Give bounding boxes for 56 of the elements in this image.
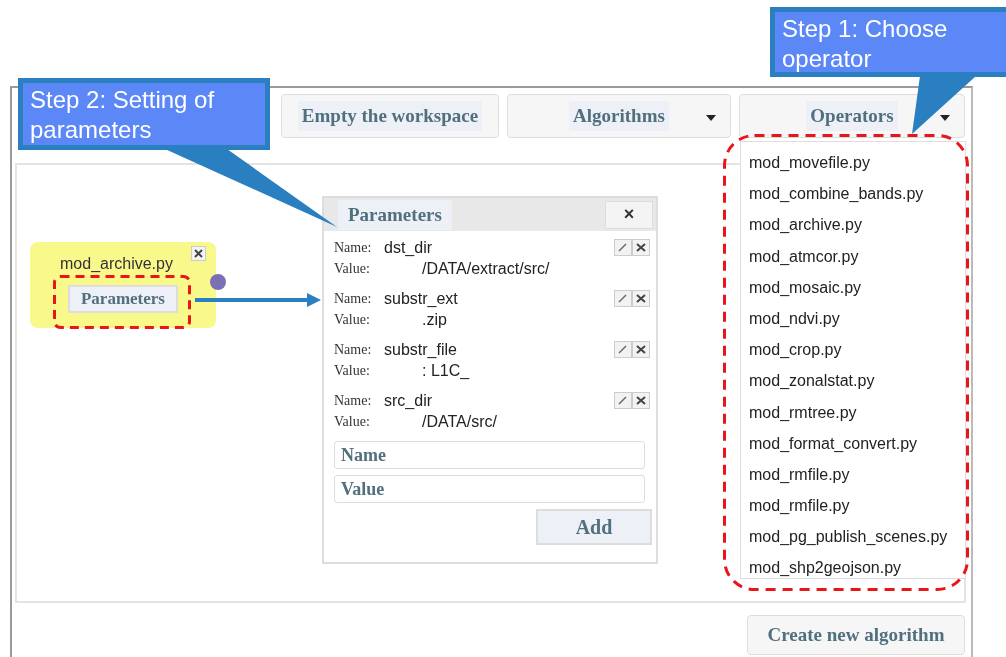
toolbar-button[interactable]: Algorithms xyxy=(507,94,731,138)
parameter-name: src_dir xyxy=(384,391,432,410)
parameter-name: substr_ext xyxy=(384,289,458,308)
menu-item[interactable]: mod_archive.py xyxy=(741,209,965,241)
menu-item[interactable]: mod_pg_publish_scenes.py xyxy=(741,521,965,553)
name-label: Name: xyxy=(334,290,373,307)
edit-icon[interactable] xyxy=(614,290,632,307)
menu-item[interactable]: mod_mosaic.py xyxy=(741,271,965,303)
caret-icon xyxy=(940,115,950,121)
name-label: Name: xyxy=(334,341,373,358)
value-label: Value: xyxy=(334,413,371,430)
caret-icon xyxy=(706,115,716,121)
parameter-value: .zip xyxy=(421,310,447,329)
delete-icon[interactable] xyxy=(632,392,650,409)
callout-pointer xyxy=(912,76,976,134)
value-label: Value: xyxy=(334,311,371,328)
value-input[interactable]: Value xyxy=(334,475,645,503)
callout: Step 2: Setting of parameters xyxy=(18,78,270,150)
name-label: Name: xyxy=(334,239,373,256)
edit-icon[interactable] xyxy=(614,392,632,409)
menu-item[interactable]: mod_rmfile.py xyxy=(741,490,965,522)
menu-item[interactable]: mod_rmtree.py xyxy=(741,396,965,428)
delete-icon[interactable] xyxy=(632,341,650,358)
menu-item[interactable]: mod_shp2geojson.py xyxy=(741,552,965,584)
name-input[interactable]: Name xyxy=(334,441,645,469)
connector-dot[interactable] xyxy=(210,274,226,290)
edit-icon[interactable] xyxy=(614,341,632,358)
create-algorithm-button[interactable]: Create new algorithm xyxy=(747,615,965,655)
module-node[interactable]: mod_archive.py Parameters xyxy=(30,242,216,328)
callout: Step 1: Choose operator xyxy=(770,7,1006,77)
toolbar-button[interactable]: Empty the workspace xyxy=(281,94,499,138)
menu-item[interactable]: mod_combine_bands.py xyxy=(741,178,965,210)
parameters-button[interactable]: Parameters xyxy=(68,285,178,313)
parameter-value: : L1C_ xyxy=(421,361,470,380)
menu-item[interactable]: mod_ndvi.py xyxy=(741,302,965,335)
parameter-value: /DATA/extract/src/ xyxy=(421,259,550,278)
menu-item[interactable]: mod_atmcor.py xyxy=(741,240,965,272)
menu-item[interactable]: mod_movefile.py xyxy=(741,147,965,179)
menu-item[interactable]: mod_zonalstat.py xyxy=(741,365,965,397)
close-icon[interactable] xyxy=(191,246,206,261)
parameter-name: dst_dir xyxy=(384,238,433,257)
parameter-value: /DATA/src/ xyxy=(421,412,497,431)
edit-icon[interactable] xyxy=(614,239,632,256)
value-label: Value: xyxy=(334,362,371,379)
name-label: Name: xyxy=(334,392,373,409)
value-label: Value: xyxy=(334,260,371,277)
node-title: mod_archive.py xyxy=(60,255,173,273)
delete-icon[interactable] xyxy=(632,290,650,307)
menu-item[interactable]: mod_format_convert.py xyxy=(741,427,965,459)
delete-icon[interactable] xyxy=(632,239,650,256)
add-button[interactable]: Add xyxy=(536,509,652,545)
menu-item[interactable]: mod_rmfile.py xyxy=(741,458,965,491)
parameter-name: substr_file xyxy=(384,340,457,359)
menu-item[interactable]: mod_crop.py xyxy=(741,334,965,366)
close-button[interactable]: × xyxy=(605,200,653,229)
dialog-title: Parameters xyxy=(338,199,452,230)
